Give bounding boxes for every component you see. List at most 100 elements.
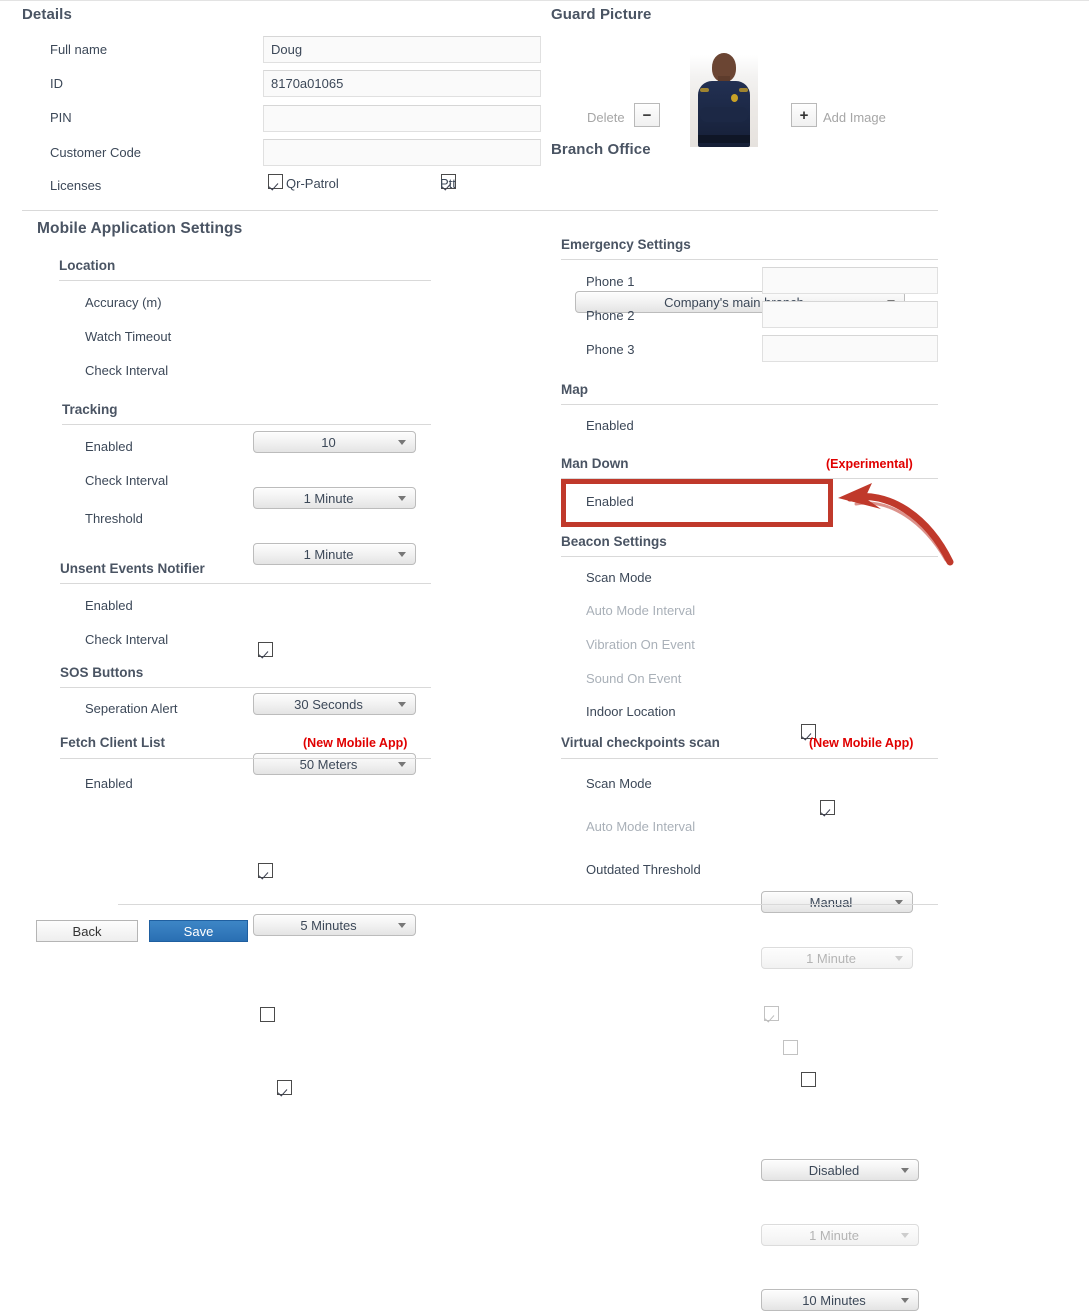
location-check-interval-dropdown[interactable]: 1 Minute <box>253 543 416 565</box>
tracking-threshold-dropdown[interactable]: 50 Meters <box>253 753 416 775</box>
tracking-check-interval-value: 30 Seconds <box>294 696 363 712</box>
minus-icon[interactable]: − <box>634 103 660 127</box>
tracking-check-interval-dropdown[interactable]: 30 Seconds <box>253 693 416 715</box>
indoor-location-checkbox[interactable] <box>801 1072 817 1087</box>
add-image-label: Add Image <box>823 110 886 125</box>
unsent-enabled-label: Enabled <box>85 598 133 613</box>
accuracy-label: Accuracy (m) <box>85 295 162 310</box>
section-heading-emergency-settings: Emergency Settings <box>561 237 691 252</box>
chevron-down-icon <box>398 552 406 557</box>
fetch-enabled-checkbox[interactable] <box>276 1080 292 1095</box>
section-rule <box>561 556 938 557</box>
tracking-threshold-label: Threshold <box>85 511 143 526</box>
top-divider <box>0 0 1089 1</box>
full-name-label: Full name <box>50 42 108 57</box>
vcp-auto-mode-interval-value: 1 Minute <box>809 1227 859 1243</box>
chevron-down-icon <box>398 440 406 445</box>
vcp-scan-mode-value: Disabled <box>808 1162 860 1178</box>
man-down-tag: (Experimental) <box>826 457 913 471</box>
beacon-scan-mode-dropdown[interactable]: Manual <box>761 891 913 913</box>
phone2-label: Phone 2 <box>586 308 635 323</box>
unsent-check-interval-value: 5 Minutes <box>300 917 357 933</box>
chevron-down-icon <box>901 1233 909 1238</box>
tracking-enabled-checkbox[interactable] <box>258 642 273 657</box>
licenses-label: Licenses <box>50 178 102 193</box>
accuracy-value: 10 <box>321 434 336 450</box>
customer-code-input[interactable] <box>263 139 541 166</box>
phone1-label: Phone 1 <box>586 274 635 289</box>
license-qrpatrol-checkbox[interactable] <box>268 174 283 189</box>
section-heading-beacon-settings: Beacon Settings <box>561 534 667 549</box>
section-rule <box>561 259 938 260</box>
beacon-auto-mode-interval-value: 1 Minute <box>806 950 856 966</box>
license-ptt-label: Ptt <box>440 176 456 191</box>
chevron-down-icon <box>895 956 903 961</box>
section-heading-sos-buttons: SOS Buttons <box>60 665 144 680</box>
vcp-scan-mode-label: Scan Mode <box>586 776 652 791</box>
annotation-arrow-icon <box>838 483 954 566</box>
vcp-auto-mode-interval-dropdown: 1 Minute <box>761 1224 919 1246</box>
full-name-input[interactable] <box>263 36 541 63</box>
unsent-check-interval-label: Check Interval <box>85 632 169 647</box>
sound-on-event-checkbox <box>782 1040 798 1055</box>
vcp-auto-mode-interval-label: Auto Mode Interval <box>586 819 696 834</box>
phone1-input[interactable] <box>762 267 938 294</box>
vibration-on-event-label: Vibration On Event <box>586 637 695 652</box>
outdated-threshold-dropdown[interactable]: 10 Minutes <box>761 1289 919 1311</box>
beacon-auto-mode-interval-dropdown: 1 Minute <box>761 947 913 969</box>
chevron-down-icon <box>901 1168 909 1173</box>
section-heading-virtual-checkpoints: Virtual checkpoints scan <box>561 735 720 750</box>
guard-photo <box>690 47 758 147</box>
section-heading-fetch-client-list: Fetch Client List <box>60 735 166 750</box>
accuracy-dropdown[interactable]: 10 <box>253 431 416 453</box>
vcp-scan-mode-dropdown[interactable]: Disabled <box>761 1159 919 1181</box>
watch-timeout-value: 1 Minute <box>303 490 354 506</box>
man-down-enabled-checkbox[interactable] <box>819 800 835 815</box>
section-rule <box>561 758 938 759</box>
unsent-enabled-checkbox[interactable] <box>258 863 273 878</box>
section-heading-location: Location <box>59 258 116 273</box>
plus-icon[interactable]: + <box>791 103 817 127</box>
section-divider <box>22 210 938 211</box>
annotation-highlight-rect <box>561 479 833 527</box>
section-heading-man-down: Man Down <box>561 456 629 471</box>
chevron-down-icon <box>398 702 406 707</box>
seperation-alert-checkbox[interactable] <box>260 1007 275 1022</box>
beacon-scan-mode-value: Manual <box>809 894 853 910</box>
fetch-client-list-tag: (New Mobile App) <box>303 736 408 750</box>
branch-office-title: Branch Office <box>551 141 651 158</box>
watch-timeout-dropdown[interactable]: 1 Minute <box>253 487 416 509</box>
section-rule <box>561 404 938 405</box>
tracking-check-interval-label: Check Interval <box>85 473 169 488</box>
footer-divider <box>118 904 938 905</box>
phone3-label: Phone 3 <box>586 342 635 357</box>
section-rule <box>59 280 431 281</box>
chevron-down-icon <box>398 923 406 928</box>
details-title: Details <box>22 6 72 23</box>
section-heading-unsent-events: Unsent Events Notifier <box>60 561 205 576</box>
pin-label: PIN <box>50 110 72 125</box>
id-input[interactable] <box>263 70 541 97</box>
location-check-interval-label: Check Interval <box>85 363 169 378</box>
back-button[interactable]: Back <box>36 920 138 942</box>
pin-input[interactable] <box>263 105 541 132</box>
fetch-enabled-label: Enabled <box>85 776 133 791</box>
section-heading-map: Map <box>561 382 588 397</box>
phone2-input[interactable] <box>762 301 938 328</box>
location-check-interval-value: 1 Minute <box>303 546 354 562</box>
phone3-input[interactable] <box>762 335 938 362</box>
chevron-down-icon <box>901 1298 909 1303</box>
section-rule <box>60 687 431 688</box>
vibration-on-event-checkbox <box>764 1006 779 1021</box>
beacon-scan-mode-label: Scan Mode <box>586 570 652 585</box>
save-button[interactable]: Save <box>149 920 248 942</box>
unsent-check-interval-dropdown[interactable]: 5 Minutes <box>253 914 416 936</box>
outdated-threshold-label: Outdated Threshold <box>586 862 701 877</box>
seperation-alert-label: Seperation Alert <box>85 701 178 716</box>
tracking-enabled-label: Enabled <box>85 439 133 454</box>
mobile-settings-title: Mobile Application Settings <box>37 220 243 237</box>
chevron-down-icon <box>398 496 406 501</box>
id-label: ID <box>50 76 63 91</box>
guard-picture-title: Guard Picture <box>551 6 652 23</box>
map-enabled-label: Enabled <box>586 418 634 433</box>
